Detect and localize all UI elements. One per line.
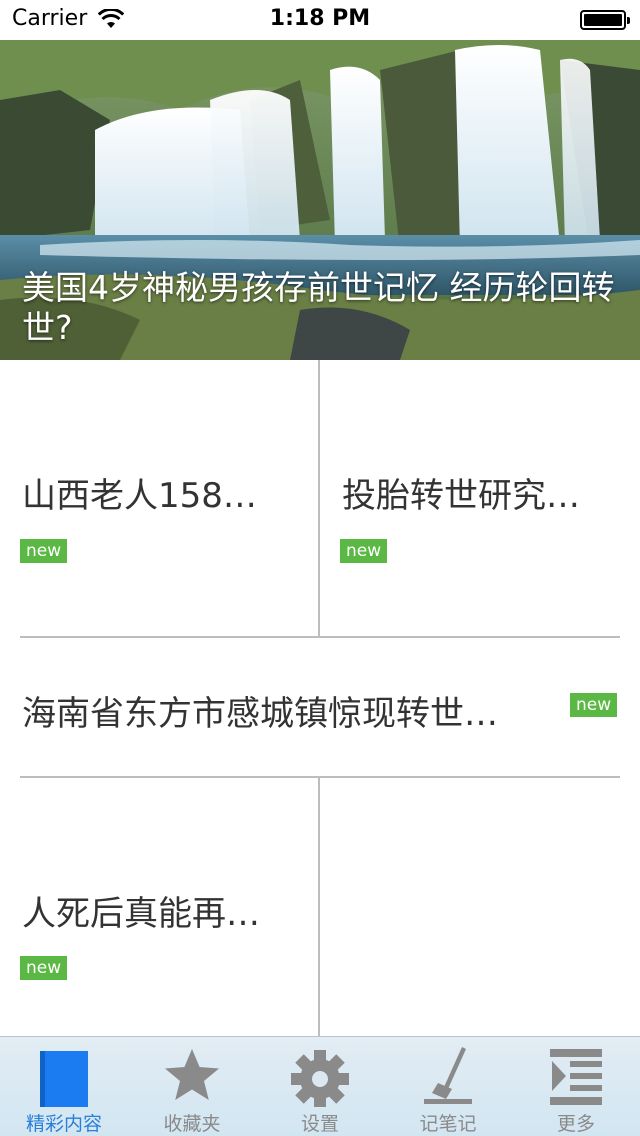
- menu-icon: [550, 1049, 602, 1105]
- clock: 1:18 PM: [269, 6, 371, 31]
- tab-featured[interactable]: 精彩内容: [0, 1037, 128, 1136]
- new-badge: new: [20, 539, 68, 563]
- star-icon: [165, 1049, 219, 1100]
- article-title: 人死后真能再…: [22, 894, 260, 934]
- tab-notes[interactable]: 记笔记: [384, 1037, 512, 1136]
- tab-bar: 精彩内容 收藏夹 设置 记笔记 更多: [0, 1036, 640, 1136]
- article-card[interactable]: 投胎转世研究… new: [320, 360, 640, 636]
- empty-card: [320, 778, 640, 1036]
- tab-more[interactable]: 更多: [512, 1037, 640, 1136]
- article-title: 投胎转世研究…: [342, 476, 580, 516]
- new-badge: new: [20, 956, 68, 980]
- status-bar: Carrier 1:18 PM: [0, 0, 640, 40]
- hero-banner[interactable]: 美国4岁神秘男孩存前世记忆 经历轮回转世?: [0, 40, 640, 360]
- gear-icon: [291, 1050, 349, 1107]
- article-grid: 山西老人158… new 投胎转世研究… new 海南省东方市感城镇惊现转世… …: [0, 360, 640, 1036]
- bookmark-icon: [40, 1051, 88, 1107]
- tab-settings[interactable]: 设置: [256, 1037, 384, 1136]
- pen-icon: [424, 1047, 472, 1104]
- tab-label: 记笔记: [419, 1113, 477, 1135]
- tab-label: 更多: [556, 1113, 595, 1135]
- article-title: 山西老人158…: [22, 476, 257, 516]
- tab-label: 精彩内容: [25, 1113, 102, 1135]
- tab-label: 设置: [300, 1113, 339, 1135]
- tab-label: 收藏夹: [163, 1113, 221, 1135]
- article-title: 海南省东方市感城镇惊现转世…: [22, 694, 498, 734]
- battery-icon: [580, 10, 630, 30]
- article-card[interactable]: 人死后真能再… new: [0, 778, 318, 1036]
- article-card[interactable]: 山西老人158… new: [0, 360, 318, 636]
- new-badge: new: [570, 693, 618, 717]
- article-card[interactable]: 海南省东方市感城镇惊现转世… new: [0, 638, 640, 776]
- new-badge: new: [340, 539, 388, 563]
- hero-title: 美国4岁神秘男孩存前世记忆 经历轮回转世?: [22, 268, 615, 347]
- tab-favorites[interactable]: 收藏夹: [128, 1037, 256, 1136]
